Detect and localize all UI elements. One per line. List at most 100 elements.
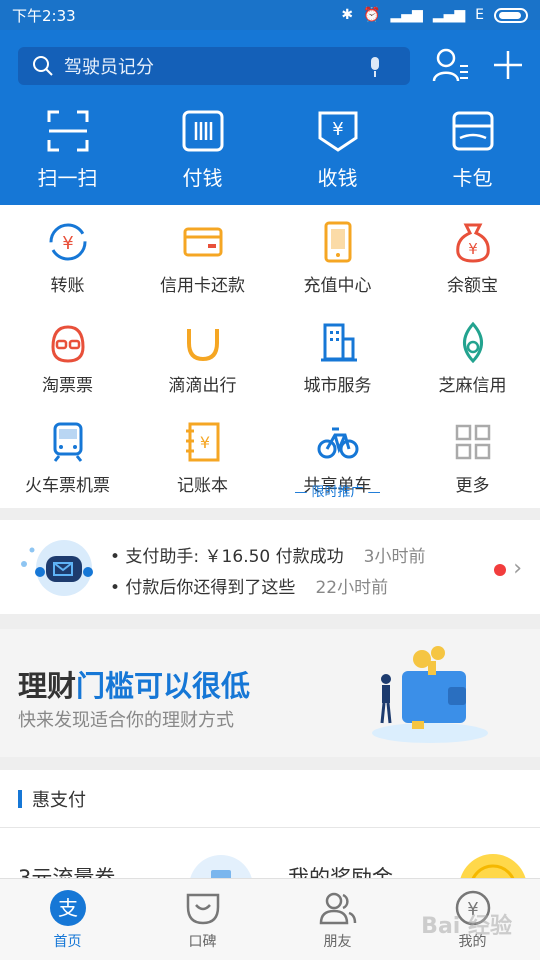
- service-label: 淘票票: [42, 376, 93, 396]
- quick-action-label: 收钱: [317, 166, 358, 190]
- quick-action-label: 卡包: [452, 166, 493, 190]
- tab-koubei[interactable]: 口碑: [135, 879, 270, 960]
- more-grid-icon: [455, 424, 490, 460]
- service-recharge[interactable]: 充值中心: [270, 205, 405, 305]
- robot-assistant-icon: [21, 540, 93, 596]
- city-building-icon: [320, 323, 357, 362]
- card-wallet-icon: [452, 111, 493, 151]
- sesame-icon: [462, 321, 483, 363]
- alarm-icon: ⏰: [363, 7, 381, 23]
- finance-title-highlight: 门槛可以很低: [76, 669, 251, 703]
- notice-text: • 支付助手: ￥16.50 付款成功: [110, 547, 344, 567]
- signal-icon: ▂▄▆: [390, 7, 423, 23]
- quick-action-scan[interactable]: 扫一扫: [0, 110, 135, 191]
- bike-icon: [317, 427, 358, 459]
- network-type: E: [475, 7, 484, 23]
- unread-dot: [494, 564, 506, 576]
- quick-action-label: 扫一扫: [37, 166, 98, 190]
- microphone-icon[interactable]: [368, 56, 382, 78]
- quick-action-receive[interactable]: ¥ 收钱: [270, 110, 405, 191]
- tab-label: 朋友: [323, 934, 352, 950]
- service-label: 充值中心: [303, 276, 372, 296]
- notice-line-2: • 付款后你还得到了这些 22小时前: [110, 573, 388, 598]
- baidu-watermark: Bai 经验: [421, 914, 512, 939]
- yuan-receive-icon: ¥: [318, 111, 357, 152]
- service-train[interactable]: 火车票机票: [0, 405, 135, 508]
- status-bar: 下午2:33 ✱ ⏰ ▂▄▆ ▂▄▆ E: [0, 0, 540, 30]
- finance-title-prefix: 理财: [18, 669, 77, 703]
- taopiaopiao-icon: [50, 325, 85, 363]
- service-label: 转账: [50, 276, 85, 296]
- transfer-icon: ¥: [49, 223, 86, 261]
- service-label: 滴滴出行: [168, 376, 237, 396]
- service-didi[interactable]: 滴滴出行: [135, 305, 270, 405]
- friends-icon: [319, 892, 356, 925]
- service-taopiaopiao[interactable]: 淘票票: [0, 305, 135, 405]
- service-more[interactable]: 更多: [405, 405, 540, 508]
- svg-text:支: 支: [58, 896, 78, 920]
- finance-title: 理财门槛可以很低: [18, 663, 250, 705]
- account-book-icon: ¥: [185, 422, 219, 462]
- section-title: 惠支付: [32, 789, 86, 811]
- chevron-right-icon: ›: [513, 556, 522, 581]
- section-header: 惠支付: [0, 770, 540, 828]
- notice-line-1: • 支付助手: ￥16.50 付款成功 3小时前: [110, 542, 425, 567]
- barcode-icon: [182, 110, 223, 152]
- koubei-icon: [186, 893, 219, 925]
- didi-icon: [186, 329, 219, 362]
- finance-banner[interactable]: 理财门槛可以很低 快来发现适合你的理财方式: [0, 629, 540, 757]
- svg-text:¥: ¥: [468, 240, 478, 258]
- payment-assistant-card[interactable]: • 支付助手: ￥16.50 付款成功 3小时前 • 付款后你还得到了这些 22小时…: [0, 520, 540, 614]
- wallet-illustration-icon: [372, 646, 488, 743]
- train-icon: [53, 422, 82, 462]
- service-label: 城市服务: [303, 376, 372, 396]
- notice-time: 22小时前: [315, 578, 389, 598]
- phone-recharge-icon: [324, 221, 351, 263]
- service-account-book[interactable]: ¥ 记账本: [135, 405, 270, 508]
- contacts-icon[interactable]: [432, 48, 470, 82]
- home-alipay-icon: 支: [49, 890, 86, 926]
- tab-label: 口碑: [188, 934, 217, 950]
- signal-icon-2: ▂▄▆: [432, 7, 466, 23]
- scan-icon: [47, 110, 88, 152]
- search-bar[interactable]: 驾驶员记分: [18, 47, 410, 85]
- tab-friends[interactable]: 朋友: [270, 879, 405, 960]
- credit-card-icon: [183, 227, 222, 257]
- search-placeholder: 驾驶员记分: [64, 57, 154, 78]
- promo-tag: — 限时推广 —: [294, 485, 381, 500]
- service-label: 信用卡还款: [160, 276, 245, 296]
- section-accent-bar: [18, 789, 22, 808]
- tab-home[interactable]: 支 首页: [0, 879, 135, 960]
- status-icons: ✱ ⏰ ▂▄▆ ▂▄▆ E: [341, 7, 528, 23]
- header: 驾驶员记分 扫一扫 付钱 ¥ 收钱 卡包: [0, 30, 540, 205]
- svg-text:¥: ¥: [332, 119, 343, 140]
- service-transfer[interactable]: ¥ 转账: [0, 205, 135, 305]
- bluetooth-icon: ✱: [341, 7, 354, 23]
- quick-action-cards[interactable]: 卡包: [405, 110, 540, 191]
- battery-icon: [494, 7, 528, 23]
- svg-text:¥: ¥: [199, 433, 209, 452]
- svg-text:¥: ¥: [62, 233, 73, 254]
- service-city[interactable]: 城市服务: [270, 305, 405, 405]
- notice-time: 3小时前: [363, 547, 426, 567]
- status-time: 下午2:33: [12, 6, 76, 25]
- service-yuebao[interactable]: ¥ 余额宝: [405, 205, 540, 305]
- service-credit-card[interactable]: 信用卡还款: [135, 205, 270, 305]
- quick-action-pay[interactable]: 付钱: [135, 110, 270, 191]
- finance-subtitle: 快来发现适合你的理财方式: [18, 710, 234, 731]
- service-sesame[interactable]: 芝麻信用: [405, 305, 540, 405]
- add-icon[interactable]: [492, 48, 524, 82]
- tab-label: 首页: [53, 934, 82, 950]
- service-grid: ¥ 转账 信用卡还款 充值中心 ¥ 余额宝 淘票票 滴滴出行 城市服务 芝麻信用…: [0, 205, 540, 508]
- service-label: 记账本: [177, 476, 228, 496]
- service-label: 余额宝: [447, 276, 498, 296]
- quick-action-label: 付钱: [182, 166, 223, 190]
- service-label: 火车票机票: [25, 476, 110, 496]
- money-bag-icon: ¥: [455, 223, 490, 263]
- search-icon: [33, 56, 53, 76]
- service-label: 更多: [455, 476, 490, 496]
- quick-actions: 扫一扫 付钱 ¥ 收钱 卡包: [0, 110, 540, 191]
- service-label: 芝麻信用: [438, 376, 507, 396]
- notice-text: • 付款后你还得到了这些: [110, 578, 296, 598]
- service-bike[interactable]: 共享单车 — 限时推广 —: [270, 405, 405, 508]
